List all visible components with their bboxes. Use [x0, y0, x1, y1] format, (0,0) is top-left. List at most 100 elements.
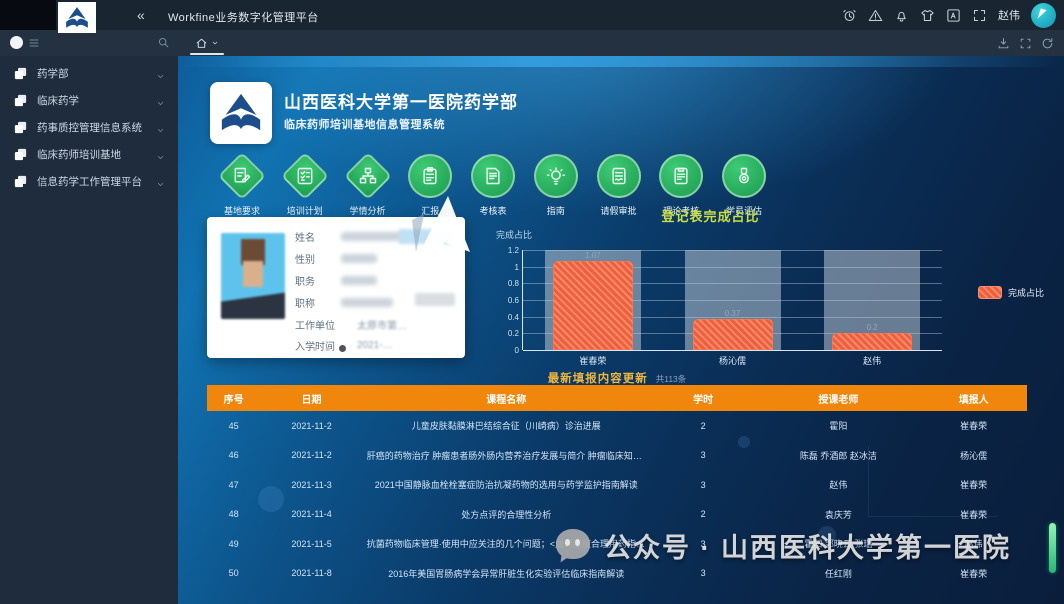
checklist-icon [295, 166, 315, 186]
refresh-icon[interactable] [1041, 37, 1054, 50]
doc-stack-icon [13, 93, 28, 108]
nav-item-2[interactable]: 学情分析 [338, 151, 398, 217]
chart-ylabel: 完成占比 [496, 230, 533, 240]
chart-plot-area: 1.2 1 0.8 0.6 0.4 0.2 0 1.07 崔春荣 0.37 杨沁儒 0.2 赵伟 [508, 246, 942, 366]
table-cell: 45 [228, 420, 239, 431]
carousel-dot[interactable] [313, 346, 317, 351]
chevron-down-icon [156, 176, 165, 194]
chevron-down-icon [156, 149, 165, 167]
org-subtitle: 临床药师培训基地信息管理系统 [284, 119, 445, 131]
fullscreen-icon[interactable] [1019, 37, 1032, 50]
nav-badge [533, 154, 578, 198]
table-cell: 赵伟 [829, 480, 848, 491]
nav-badge [471, 154, 515, 198]
username-label[interactable]: 赵伟 [998, 7, 1020, 23]
completion-chart: 登记表完成占比 完成占比 1.2 1 0.8 0.6 0.4 0.2 0 1.07 崔春荣 0.3… [478, 206, 1048, 371]
nav-item-label: 学情分析 [349, 206, 386, 216]
sidebar-item-label: 临床药师培训基地 [37, 149, 121, 161]
sidebar-collapse-button[interactable]: « [137, 6, 145, 24]
translate-icon[interactable] [946, 8, 961, 23]
nav-badge [280, 151, 329, 201]
org-chart-icon [358, 166, 378, 186]
chart-ytick: 0.2 [507, 329, 519, 339]
profile-field-label: 职称 [295, 298, 315, 310]
watermark-text: 公众号 · 山西医科大学第一医院 [604, 533, 1011, 563]
sidebar-item-3[interactable]: 临床药师培训基地 [0, 141, 178, 168]
table-row[interactable]: 47 2021-11-3 2021中国静脉血栓栓塞症防治抗凝药物的选用与药学监护指南… [207, 470, 1027, 500]
profile-field-2: 职务 [295, 273, 377, 288]
table-header-cell: 日期 [301, 394, 322, 406]
hospital-emblem-icon [217, 90, 265, 136]
chart-ytick: 0.4 [507, 312, 519, 322]
org-title: 山西医科大学第一医院药学部 [284, 93, 518, 112]
bell-icon[interactable] [894, 8, 909, 23]
carousel-dots[interactable] [313, 345, 346, 352]
redacted-value [341, 253, 377, 263]
sidebar-item-1[interactable]: 临床药学 [0, 87, 178, 114]
carousel-dot-active[interactable] [339, 345, 346, 352]
profile-field-label: 姓名 [295, 232, 315, 244]
chart-ytick: 0.8 [507, 279, 519, 289]
hospital-emblem-icon [62, 5, 92, 31]
workfine-logo [58, 2, 96, 33]
nav-item-label: 基地要求 [223, 206, 260, 216]
chart-bars: 1.07 崔春荣 0.37 杨沁儒 0.2 赵伟 [523, 250, 942, 366]
tabbar-actions [997, 30, 1054, 56]
chart-title: 登记表完成占比 [661, 209, 760, 224]
sidebar-item-label: 信息药学工作管理平台 [37, 176, 142, 188]
nav-badge [343, 151, 392, 201]
bulb-icon [546, 166, 566, 186]
chart-bar-value: 1.07 [585, 250, 601, 260]
profile-field-value: 2021-… [357, 339, 393, 351]
top-glow-band [178, 56, 1064, 67]
table-row[interactable]: 45 2021-11-2 儿童皮肤黏膜淋巴结综合征（川崎病）诊治进展 2 霍阳 崔春荣 [207, 411, 1027, 441]
tabbar [0, 30, 1064, 56]
nav-item-0[interactable]: 基地要求 [212, 151, 272, 217]
medal-icon [734, 166, 754, 186]
sidebar-item-label: 临床药学 [37, 95, 79, 107]
sidebar-item-0[interactable]: 药学部 [0, 60, 178, 87]
nav-item-1[interactable]: 培训计划 [275, 151, 335, 217]
sidebar-item-4[interactable]: 信息药学工作管理平台 [0, 168, 178, 195]
banner-count: 共113条 [655, 374, 687, 384]
search-icon[interactable] [157, 36, 170, 49]
doc-stack-icon [13, 174, 28, 189]
menu-toggle[interactable] [10, 36, 40, 49]
table-header-cell: 课程名称 [486, 394, 527, 406]
hospital-logo [210, 82, 272, 144]
chart-ytick: 1 [514, 262, 519, 272]
profile-field-value: 太原市第… [357, 320, 407, 332]
table-cell: 2021-11-2 [291, 420, 332, 431]
table-cell: 肝癌的药物治疗 肿瘤患者肠外肠内营养治疗发展与简介 肿瘤临床知识简介 肿瘤常用化… [366, 450, 650, 461]
table-row[interactable]: 48 2021-11-4 处方点评的合理性分析 2 袁庆芳 崔春荣 [207, 500, 1027, 530]
table-cell: 袁庆芳 [824, 509, 852, 520]
legend-swatch [977, 286, 1002, 299]
alert-icon[interactable] [868, 8, 883, 23]
vertical-scrollbar[interactable] [1049, 523, 1056, 573]
legend-label: 完成占比 [1007, 288, 1044, 298]
tab-home[interactable] [186, 30, 228, 56]
sidebar-item-2[interactable]: 药事质控管理信息系统 [0, 114, 178, 141]
theme-shirt-icon[interactable] [920, 8, 935, 23]
main-content: 山西医科大学第一医院药学部 临床药师培训基地信息管理系统 基地要求 培训计划 学情分… [178, 56, 1064, 604]
doc-wave-icon [609, 166, 629, 186]
doc-stack-icon [13, 120, 28, 135]
table-cell: 崔春荣 [960, 568, 988, 579]
chart-bar-slot-0: 1.07 崔春荣 [523, 250, 663, 366]
chart-category-label: 崔春荣 [579, 356, 607, 366]
carousel-dot[interactable] [326, 346, 330, 351]
download-icon[interactable] [997, 37, 1010, 50]
chevron-down-icon [211, 39, 219, 47]
active-tab-underline [190, 53, 224, 55]
table-cell: 崔春荣 [960, 509, 988, 520]
home-icon [195, 37, 208, 50]
table-row[interactable]: 46 2021-11-2 肝癌的药物治疗 肿瘤患者肠外肠内营养治疗发展与简介 肿瘤临… [207, 441, 1027, 471]
profile-field-label: 性别 [295, 254, 315, 266]
certificate-icon [483, 166, 503, 186]
expand-icon[interactable] [972, 8, 987, 23]
doc-stack-icon [13, 147, 28, 162]
user-avatar[interactable] [1031, 2, 1056, 28]
banner-title: 最新填报内容更新 [547, 373, 648, 385]
alarm-icon[interactable] [842, 8, 857, 23]
redacted-value [341, 275, 377, 285]
